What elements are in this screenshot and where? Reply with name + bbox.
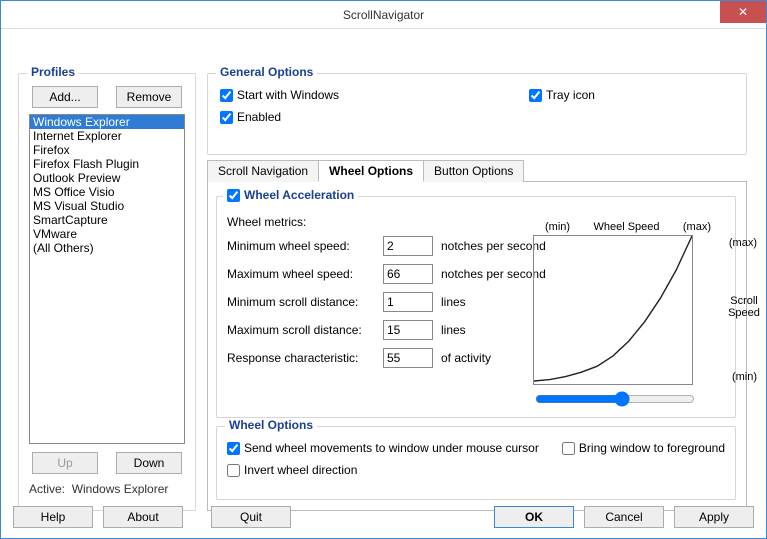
list-item[interactable]: MS Visual Studio: [30, 199, 184, 213]
quit-button[interactable]: Quit: [211, 506, 291, 528]
up-button[interactable]: Up: [32, 452, 98, 474]
titlebar: ScrollNavigator ✕: [1, 1, 766, 29]
about-button[interactable]: About: [103, 506, 183, 528]
bottom-button-row: Help About Quit OK Cancel Apply: [13, 506, 754, 528]
remove-button[interactable]: Remove: [116, 86, 182, 108]
bring-foreground-checkbox[interactable]: Bring window to foreground: [562, 441, 725, 455]
cancel-button[interactable]: Cancel: [584, 506, 664, 528]
bring-foreground-label: Bring window to foreground: [579, 441, 725, 455]
app-window: ScrollNavigator ✕ ScrollNavigator V5.0.0…: [0, 0, 767, 539]
list-item[interactable]: Firefox: [30, 143, 184, 157]
invert-wheel-checkbox[interactable]: Invert wheel direction: [227, 463, 725, 477]
bring-foreground-input[interactable]: [562, 442, 575, 455]
metric-input[interactable]: [383, 292, 433, 312]
enabled-input[interactable]: [220, 111, 233, 124]
start-with-windows-checkbox[interactable]: Start with Windows: [220, 88, 339, 102]
chart-top-max: (max): [683, 221, 711, 233]
tray-icon-label: Tray icon: [546, 88, 595, 102]
active-value: Windows Explorer: [72, 482, 169, 496]
wheel-acceleration-input[interactable]: [227, 189, 240, 202]
wheel-options-title: Wheel Options: [225, 418, 317, 432]
content-area: ScrollNavigator V5.0.0 Copyright © DeskS…: [1, 29, 766, 538]
active-profile-line: Active: Windows Explorer: [29, 482, 185, 496]
metric-input[interactable]: [383, 348, 433, 368]
send-under-cursor-input[interactable]: [227, 442, 240, 455]
list-item[interactable]: (All Others): [30, 241, 184, 255]
metric-unit: lines: [441, 323, 466, 337]
tab-wheel-options[interactable]: Wheel Options: [318, 160, 424, 182]
metric-unit: of activity: [441, 351, 491, 365]
metric-unit: lines: [441, 295, 466, 309]
list-item[interactable]: MS Office Visio: [30, 185, 184, 199]
tabs-container: Scroll NavigationWheel OptionsButton Opt…: [207, 159, 747, 511]
chart-area: (min) Wheel Speed (max) (max) Scroll Spe…: [533, 221, 723, 410]
wheel-acceleration-checkbox[interactable]: Wheel Acceleration: [227, 188, 354, 202]
profiles-list[interactable]: Windows ExplorerInternet ExplorerFirefox…: [29, 114, 185, 444]
metric-input[interactable]: [383, 264, 433, 284]
start-with-windows-label: Start with Windows: [237, 88, 339, 102]
tab-button-options[interactable]: Button Options: [423, 160, 524, 182]
chart-side-max: (max): [729, 237, 757, 249]
list-item[interactable]: Windows Explorer: [30, 115, 184, 129]
profiles-group: Profiles Add... Remove Windows ExplorerI…: [18, 73, 196, 511]
metric-label: Maximum scroll distance:: [227, 323, 377, 337]
enabled-checkbox[interactable]: Enabled: [220, 110, 734, 124]
metric-label: Response characteristic:: [227, 351, 377, 365]
metric-label: Minimum wheel speed:: [227, 239, 377, 253]
tabstrip: Scroll NavigationWheel OptionsButton Opt…: [207, 160, 747, 182]
wheel-acceleration-title: Wheel Acceleration: [244, 188, 354, 202]
metric-label: Maximum wheel speed:: [227, 267, 377, 281]
response-chart: [533, 235, 693, 385]
list-item[interactable]: Firefox Flash Plugin: [30, 157, 184, 171]
response-slider[interactable]: [535, 391, 695, 407]
send-under-cursor-checkbox[interactable]: Send wheel movements to window under mou…: [227, 441, 539, 455]
invert-wheel-label: Invert wheel direction: [244, 463, 357, 477]
invert-wheel-input[interactable]: [227, 464, 240, 477]
active-label: Active:: [29, 482, 65, 496]
list-item[interactable]: Internet Explorer: [30, 129, 184, 143]
chart-side-mid: Scroll Speed: [727, 295, 761, 319]
chart-side-min: (min): [732, 371, 757, 383]
profiles-title: Profiles: [27, 65, 79, 79]
enabled-label: Enabled: [237, 110, 281, 124]
list-item[interactable]: VMware: [30, 227, 184, 241]
start-with-windows-input[interactable]: [220, 89, 233, 102]
tray-icon-checkbox[interactable]: Tray icon: [529, 88, 595, 102]
wheel-options-group: Wheel Options Send wheel movements to wi…: [216, 426, 736, 500]
list-item[interactable]: Outlook Preview: [30, 171, 184, 185]
window-title: ScrollNavigator: [343, 8, 424, 22]
help-button[interactable]: Help: [13, 506, 93, 528]
add-button[interactable]: Add...: [32, 86, 98, 108]
wheel-acceleration-group: Wheel Acceleration Wheel metrics: Minimu…: [216, 196, 736, 418]
list-item[interactable]: SmartCapture: [30, 213, 184, 227]
chart-top-min: (min): [545, 221, 570, 233]
metric-label: Minimum scroll distance:: [227, 295, 377, 309]
metric-input[interactable]: [383, 320, 433, 340]
tab-scroll-navigation[interactable]: Scroll Navigation: [207, 160, 319, 182]
close-button[interactable]: ✕: [720, 1, 766, 23]
ok-button[interactable]: OK: [494, 506, 574, 528]
general-options-group: General Options Start with Windows Tray …: [207, 73, 747, 155]
chart-top-mid: Wheel Speed: [593, 221, 659, 233]
apply-button[interactable]: Apply: [674, 506, 754, 528]
general-title: General Options: [216, 65, 317, 79]
wheel-acceleration-legend: Wheel Acceleration: [223, 188, 358, 202]
metric-input[interactable]: [383, 236, 433, 256]
tabpanel-wheel-options: Wheel Acceleration Wheel metrics: Minimu…: [207, 181, 747, 511]
metric-unit: notches per second: [441, 239, 546, 253]
tray-icon-input[interactable]: [529, 89, 542, 102]
down-button[interactable]: Down: [116, 452, 182, 474]
metric-unit: notches per second: [441, 267, 546, 281]
send-under-cursor-label: Send wheel movements to window under mou…: [244, 441, 539, 455]
